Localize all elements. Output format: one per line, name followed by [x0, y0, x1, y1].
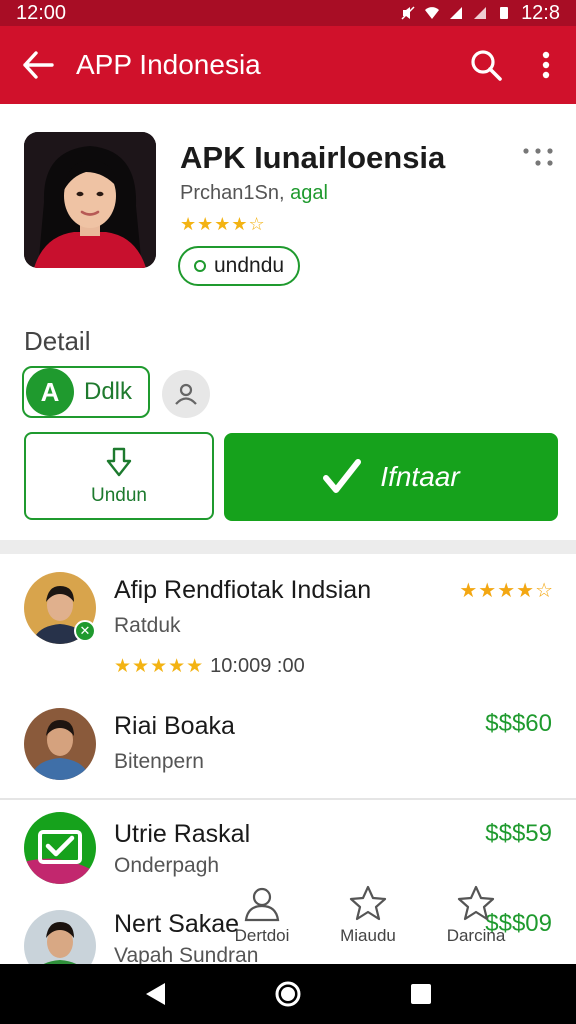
back-button[interactable]	[0, 26, 76, 104]
tab-label: Dertdoi	[234, 926, 290, 945]
person-icon	[244, 887, 280, 922]
list-item-meta: 10:009 :00	[210, 655, 305, 677]
portrait-image	[24, 132, 156, 268]
pill-label: undndu	[214, 254, 285, 277]
app-bar: APP Indonesia	[0, 26, 576, 104]
avatar	[24, 708, 96, 780]
list-item-title: Utrie Raskal	[114, 820, 251, 848]
chip-label: Ddlk	[84, 378, 133, 405]
mute-icon	[401, 6, 415, 20]
download-label: Undun	[91, 485, 147, 506]
star-outline-icon	[349, 885, 387, 921]
app-developer: Prchan1Sn, agal	[180, 182, 328, 205]
app-category: agal	[290, 182, 328, 204]
arrow-back-icon	[23, 51, 54, 79]
avatar	[24, 812, 96, 884]
nav-recents-icon[interactable]	[409, 982, 433, 1006]
download-button[interactable]: Undun	[24, 432, 214, 520]
install-check-icon	[323, 459, 362, 493]
person-icon	[175, 383, 197, 405]
list-item-subtitle: Ratduk	[114, 614, 181, 637]
list-item[interactable]: ✕ Afip Rendfiotak Indsian Ratduk ★★★★☆ ★…	[0, 554, 576, 694]
profile-chip-button[interactable]	[162, 370, 210, 418]
avatar-image	[24, 708, 96, 780]
more-vert-icon	[542, 51, 550, 79]
bottom-tab-bar: Dertdoi Miaudu Darcina	[200, 884, 576, 964]
status-bar: 12:00 12:8	[0, 0, 576, 26]
tab-label: Miaudu	[340, 926, 396, 945]
developer-name: Prchan1Sn,	[180, 182, 285, 204]
install-button[interactable]: Ifntaar	[224, 433, 558, 521]
download-hand-icon	[106, 447, 132, 477]
avatar	[24, 910, 96, 964]
tab-miaudu[interactable]: Miaudu	[318, 884, 418, 964]
avatar-image	[24, 910, 96, 964]
system-nav-bar	[0, 964, 576, 1024]
app-icon-image	[24, 132, 156, 268]
overflow-menu-button[interactable]	[516, 26, 576, 104]
download-pill-button[interactable]: undndu	[178, 246, 301, 286]
stars-icon: ★★★★★	[114, 656, 205, 677]
signal-icon	[450, 7, 463, 19]
tab-label: Darcina	[446, 926, 506, 945]
check-app-icon	[24, 812, 96, 884]
status-clock: 12:8	[521, 1, 560, 24]
list-item-price: $$$59	[485, 820, 552, 847]
install-label: Ifntaar	[380, 461, 460, 492]
wifi-icon	[425, 7, 440, 19]
chip-letter-icon: A	[26, 368, 74, 416]
nav-back-icon[interactable]	[143, 981, 167, 1007]
detail-chip[interactable]: A Ddlk	[22, 366, 150, 418]
nav-home-icon[interactable]	[273, 979, 303, 1009]
tab-darcina[interactable]: Darcina	[426, 884, 526, 964]
battery-icon	[500, 7, 509, 19]
list-item-title: Afip Rendfiotak Indsian	[114, 576, 372, 604]
list-item[interactable]: Riai Boaka Bitenpern $$$60	[0, 694, 576, 798]
list-item-title: Riai Boaka	[114, 712, 235, 740]
list-item-subtitle: Bitenpern	[114, 750, 204, 773]
verified-badge-icon: ✕	[74, 620, 96, 642]
search-icon	[471, 50, 502, 81]
status-time: 12:00	[16, 1, 67, 24]
app-rating-stars: ★★★★☆	[180, 214, 266, 234]
pill-dot-icon	[194, 260, 206, 272]
section-divider	[0, 540, 576, 554]
app-name: APK Iunairloensia	[180, 140, 446, 175]
list-item-subtitle: Onderpagh	[114, 854, 220, 877]
list-item-rating: ★★★★☆	[459, 580, 554, 602]
more-dots-icon	[523, 148, 553, 166]
list-item-price: $$$60	[485, 710, 552, 737]
list-item-stars: ★★★★★ 10:009 :00	[114, 655, 305, 678]
search-button[interactable]	[456, 26, 516, 104]
app-bar-title: APP Indonesia	[76, 49, 261, 80]
app-options-button[interactable]	[520, 144, 556, 172]
detail-section-title: Detail	[24, 326, 91, 356]
star-outline-icon	[457, 885, 495, 921]
tab-dertdoi[interactable]: Dertdoi	[212, 884, 312, 964]
status-icons: 12:8	[401, 2, 560, 25]
app-header-card: APK Iunairloensia Prchan1Sn, agal ★★★★☆ …	[0, 104, 576, 544]
signal-2-icon	[474, 7, 487, 19]
